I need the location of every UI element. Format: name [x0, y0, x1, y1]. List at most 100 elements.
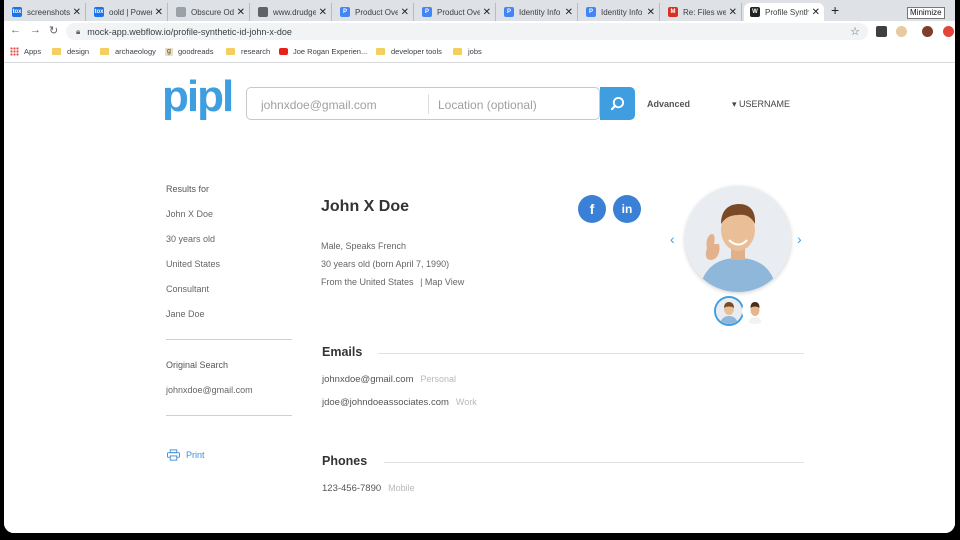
extension-icon[interactable] — [943, 26, 954, 37]
folder-icon — [52, 48, 61, 55]
browser-tab[interactable]: P Product Ove ✕ — [416, 3, 496, 21]
search-button[interactable] — [600, 87, 635, 120]
tab-favicon: tox — [12, 7, 22, 17]
close-icon[interactable]: ✕ — [237, 7, 245, 18]
lock-icon: 🔒︎ — [76, 26, 81, 36]
emails-section-title: Emails — [322, 345, 363, 359]
email-search-input[interactable] — [259, 88, 428, 121]
bookmark-research[interactable]: research — [226, 47, 270, 56]
tab-favicon: tox — [94, 7, 104, 17]
close-icon[interactable]: ✕ — [155, 7, 163, 18]
username-label: USERNAME — [739, 99, 791, 109]
new-tab-button[interactable]: + — [831, 2, 839, 18]
extension-icon[interactable] — [896, 26, 907, 37]
browser-tab[interactable]: M Re: Files we ✕ — [662, 3, 742, 21]
tab-favicon: W — [750, 7, 760, 17]
folder-icon — [100, 48, 109, 55]
linkedin-icon[interactable]: in — [613, 195, 641, 223]
close-icon[interactable]: ✕ — [812, 7, 820, 18]
person-thumbnail-icon — [742, 298, 768, 324]
browser-tab[interactable]: tox screenshots ✕ — [6, 3, 86, 21]
email-type-tag: Work — [455, 397, 477, 407]
person-thumbnail-icon — [716, 298, 742, 324]
photo-thumbnail-selected[interactable] — [716, 298, 742, 324]
phone-number[interactable]: 123-456-7890 — [322, 483, 381, 494]
address-bar[interactable]: 🔒︎ mock-app.webflow.io/profile-synthetic… — [66, 23, 868, 40]
tab-favicon: P — [340, 7, 350, 17]
close-icon[interactable]: ✕ — [647, 7, 655, 18]
result-filter-item[interactable]: Jane Doe — [166, 309, 205, 319]
bookmark-label: developer tools — [391, 47, 442, 56]
chevron-right-icon[interactable]: › — [797, 231, 802, 247]
close-icon[interactable]: ✕ — [729, 7, 737, 18]
tab-title: Obscure Odd — [191, 7, 234, 17]
extension-icon[interactable] — [876, 26, 887, 37]
minimize-tooltip: Minimize — [907, 7, 945, 19]
folder-icon — [226, 48, 235, 55]
results-for-label: Results for — [166, 184, 210, 194]
tab-title: Profile Synth — [765, 7, 809, 17]
result-filter-item[interactable]: United States — [166, 259, 220, 269]
browser-tab[interactable]: P Identity Info ✕ — [498, 3, 578, 21]
bookmark-goodreads[interactable]: g goodreads — [165, 47, 213, 56]
printer-icon — [167, 449, 180, 461]
forward-icon[interactable]: → — [30, 24, 41, 36]
bookmark-archaeology[interactable]: archaeology — [100, 47, 156, 56]
url-text: mock-app.webflow.io/profile-synthetic-id… — [87, 26, 292, 37]
print-button[interactable]: Print — [167, 449, 205, 461]
bookmark-developer-tools[interactable]: developer tools — [376, 47, 442, 56]
print-label: Print — [186, 450, 205, 460]
profile-avatar-icon[interactable] — [922, 26, 933, 37]
browser-tab-active[interactable]: W Profile Synth ✕ — [744, 3, 824, 21]
sidebar-divider — [166, 339, 292, 340]
username-menu[interactable]: ▾ USERNAME — [732, 99, 790, 110]
email-entry: jdoe@johndoeassociates.com Work — [322, 397, 477, 408]
tab-favicon — [176, 7, 186, 17]
close-icon[interactable]: ✕ — [319, 7, 327, 18]
bookmark-label: Joe Rogan Experien... — [293, 47, 368, 56]
browser-tab[interactable]: tox oold | Power ✕ — [88, 3, 168, 21]
tab-title: Identity Info — [519, 7, 561, 17]
bookmark-design[interactable]: design — [52, 47, 89, 56]
bookmark-star-icon[interactable]: ☆ — [850, 25, 860, 38]
bookmark-label: archaeology — [115, 47, 156, 56]
location-search-input[interactable] — [436, 88, 600, 121]
close-icon[interactable]: ✕ — [401, 7, 409, 18]
section-divider — [384, 462, 804, 463]
tab-favicon — [258, 7, 268, 17]
bookmark-joe-rogan[interactable]: Joe Rogan Experien... — [279, 47, 367, 56]
site-header: pipl Advanced ▾ USERNAME — [4, 63, 955, 131]
browser-tab[interactable]: P Identity Info ✕ — [580, 3, 660, 21]
bookmark-jobs[interactable]: jobs — [453, 47, 482, 56]
reload-icon[interactable]: ↻ — [49, 24, 58, 37]
profile-gender-language: Male, Speaks French — [321, 241, 407, 251]
tab-title: Re: Files we — [683, 7, 726, 17]
result-filter-item[interactable]: 30 years old — [166, 234, 215, 244]
browser-tab[interactable]: www.drudge ✕ — [252, 3, 332, 21]
tab-title: www.drudge — [273, 7, 316, 17]
pipl-logo[interactable]: pipl — [162, 75, 234, 119]
close-icon[interactable]: ✕ — [73, 7, 81, 18]
profile-location: From the United States | Map View — [321, 277, 464, 287]
email-address[interactable]: jdoe@johndoeassociates.com — [322, 397, 449, 408]
result-filter-item[interactable]: Consultant — [166, 284, 209, 294]
profile-name: John X Doe — [321, 198, 410, 215]
photo-thumbnail[interactable] — [742, 298, 768, 324]
browser-toolbar: ← → ↻ 🔒︎ mock-app.webflow.io/profile-syn… — [4, 21, 955, 43]
facebook-icon[interactable]: f — [578, 195, 606, 223]
browser-tab[interactable]: Obscure Odd✕ — [170, 3, 250, 21]
tab-title: Product Ove — [437, 7, 480, 17]
advanced-search-link[interactable]: Advanced — [647, 99, 690, 109]
phone-entry: 123-456-7890 Mobile — [322, 483, 415, 494]
chevron-left-icon[interactable]: ‹ — [670, 231, 675, 247]
back-icon[interactable]: ← — [10, 24, 21, 36]
result-filter-item[interactable]: John X Doe — [166, 209, 213, 219]
map-view-link[interactable]: | Map View — [420, 277, 464, 287]
browser-tab[interactable]: P Product Ove ✕ — [334, 3, 414, 21]
search-divider — [428, 94, 429, 114]
close-icon[interactable]: ✕ — [565, 7, 573, 18]
close-icon[interactable]: ✕ — [483, 7, 491, 18]
email-address[interactable]: johnxdoe@gmail.com — [322, 374, 414, 385]
bookmark-apps[interactable]: Apps — [10, 47, 41, 56]
sidebar-divider — [166, 415, 292, 416]
